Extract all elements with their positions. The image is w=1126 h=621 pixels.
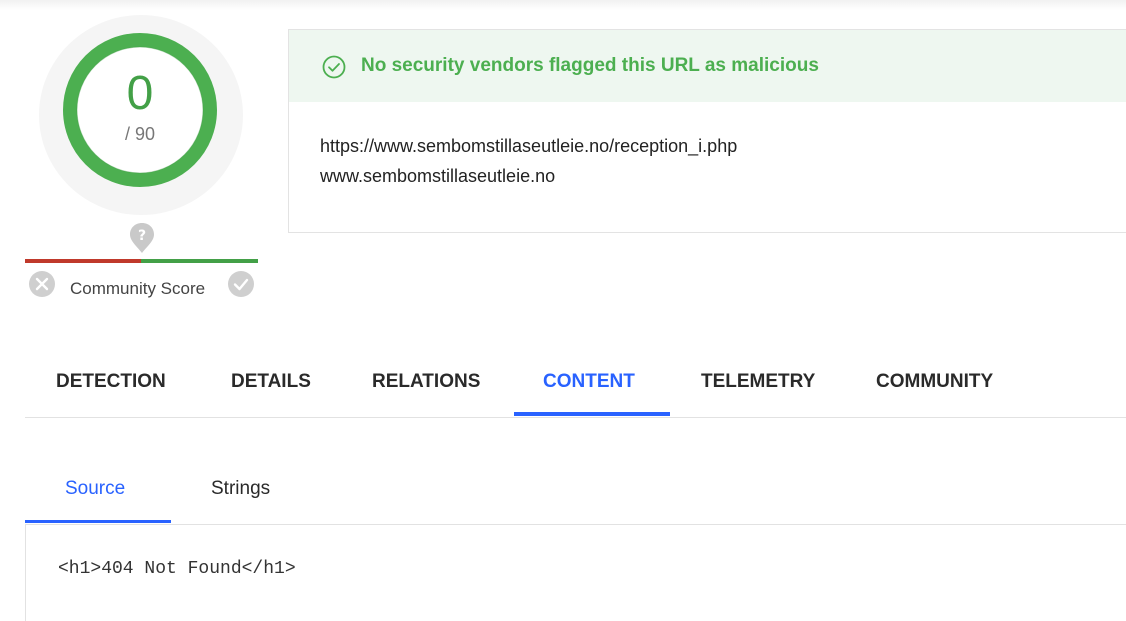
check-circle-icon bbox=[322, 55, 346, 79]
tab-community[interactable]: COMMUNITY bbox=[876, 348, 993, 417]
content-sub-tab-bar: Source Strings bbox=[25, 456, 1126, 525]
main-tab-bar: DETECTION DETAILS RELATIONS CONTENT TELE… bbox=[25, 348, 1126, 418]
tab-details[interactable]: DETAILS bbox=[231, 348, 311, 417]
subtab-source[interactable]: Source bbox=[65, 456, 125, 522]
source-panel: <h1>404 Not Found</h1> bbox=[25, 525, 1126, 621]
question-marker-icon: ? bbox=[130, 223, 154, 253]
verdict-banner: No security vendors flagged this URL as … bbox=[289, 30, 1126, 102]
tab-content[interactable]: CONTENT bbox=[543, 348, 635, 417]
tab-relations[interactable]: RELATIONS bbox=[372, 348, 480, 417]
community-score-bar-positive bbox=[141, 259, 258, 263]
scanned-url: https://www.sembomstillaseutleie.no/rece… bbox=[320, 136, 738, 156]
verdict-card: No security vendors flagged this URL as … bbox=[288, 29, 1126, 233]
page-source-code: <h1>404 Not Found</h1> bbox=[58, 559, 296, 579]
detection-count: 0 bbox=[126, 67, 154, 120]
top-strip bbox=[0, 0, 1126, 10]
verdict-message: No security vendors flagged this URL as … bbox=[361, 55, 819, 76]
close-circle-icon[interactable] bbox=[28, 270, 56, 298]
tab-telemetry[interactable]: TELEMETRY bbox=[701, 348, 815, 417]
vendor-total: / 90 bbox=[124, 124, 156, 144]
community-score-bar-negative bbox=[25, 259, 141, 263]
active-subtab-indicator bbox=[25, 520, 171, 523]
tab-detection[interactable]: DETECTION bbox=[56, 348, 166, 417]
subtab-strings[interactable]: Strings bbox=[211, 456, 270, 522]
check-circle-filled-icon[interactable] bbox=[227, 270, 255, 298]
scanned-domain: www.sembomstillaseutleie.no bbox=[320, 166, 556, 186]
svg-text:?: ? bbox=[138, 228, 146, 244]
community-score-label: Community Score bbox=[70, 279, 206, 298]
active-tab-indicator bbox=[514, 412, 670, 416]
